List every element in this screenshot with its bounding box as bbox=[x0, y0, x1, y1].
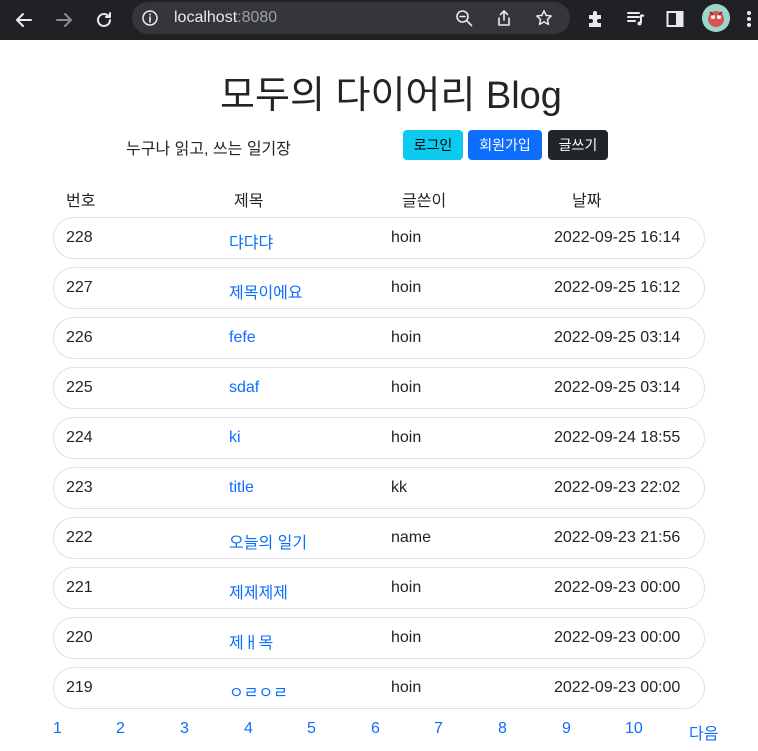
table-row: 219 ㅇㄹㅇㄹ hoin 2022-09-23 00:00 bbox=[53, 667, 705, 709]
table-row: 223 title kk 2022-09-23 22:02 bbox=[53, 467, 705, 509]
bookmark-star-icon[interactable] bbox=[534, 8, 554, 28]
post-writer: hoin bbox=[391, 229, 422, 246]
page-link-10[interactable]: 10 bbox=[625, 720, 643, 738]
post-writer: hoin bbox=[391, 679, 422, 696]
media-playlist-icon[interactable] bbox=[624, 7, 648, 31]
post-title-link[interactable]: fefe bbox=[229, 329, 256, 347]
post-writer: hoin bbox=[391, 579, 422, 596]
url-text: localhost:8080 bbox=[174, 9, 277, 27]
post-title-link[interactable]: ㅇㄹㅇㄹ bbox=[229, 679, 288, 703]
post-title-link[interactable]: sdaf bbox=[229, 379, 259, 397]
post-title-link[interactable]: 제ㅐ목 bbox=[229, 629, 273, 653]
post-date: 2022-09-25 16:14 bbox=[554, 229, 681, 246]
post-number: 219 bbox=[66, 679, 93, 696]
post-date: 2022-09-23 21:56 bbox=[554, 529, 681, 546]
post-date: 2022-09-23 00:00 bbox=[554, 629, 681, 646]
page-subtitle: 누구나 읽고, 쓰는 일기장 bbox=[126, 141, 291, 158]
post-number: 221 bbox=[66, 579, 93, 596]
post-number: 225 bbox=[66, 379, 93, 396]
table-row: 222 오늘의 일기 name 2022-09-23 21:56 bbox=[53, 517, 705, 559]
post-writer: hoin bbox=[391, 429, 422, 446]
page-link-4[interactable]: 4 bbox=[244, 720, 253, 738]
pagination: 1 2 3 4 5 6 7 8 9 10 다음 bbox=[0, 720, 758, 743]
page-link-5[interactable]: 5 bbox=[307, 720, 316, 738]
page-link-8[interactable]: 8 bbox=[498, 720, 507, 738]
page-link-2[interactable]: 2 bbox=[116, 720, 125, 738]
menu-kebab-icon[interactable] bbox=[742, 7, 756, 31]
profile-avatar[interactable] bbox=[702, 4, 730, 32]
page-link-9[interactable]: 9 bbox=[562, 720, 571, 738]
post-date: 2022-09-23 00:00 bbox=[554, 679, 681, 696]
post-date: 2022-09-24 18:55 bbox=[554, 429, 681, 446]
post-title-link[interactable]: 제목이에요 bbox=[229, 279, 303, 303]
reload-icon[interactable] bbox=[88, 4, 120, 36]
post-date: 2022-09-23 00:00 bbox=[554, 579, 681, 596]
zoom-icon[interactable] bbox=[454, 8, 474, 28]
post-date: 2022-09-25 03:14 bbox=[554, 379, 681, 396]
address-bar[interactable]: localhost:8080 bbox=[132, 2, 570, 34]
column-header-title: 제목 bbox=[234, 193, 264, 210]
column-header-writer: 글쓴이 bbox=[402, 193, 447, 210]
info-icon[interactable] bbox=[142, 10, 158, 31]
side-panel-icon[interactable] bbox=[663, 7, 687, 31]
post-writer: hoin bbox=[391, 279, 422, 296]
post-number: 228 bbox=[66, 229, 93, 246]
browser-toolbar: localhost:8080 bbox=[0, 0, 758, 40]
post-number: 222 bbox=[66, 529, 93, 546]
table-row: 221 제제제제 hoin 2022-09-23 00:00 bbox=[53, 567, 705, 609]
table-row: 225 sdaf hoin 2022-09-25 03:14 bbox=[53, 367, 705, 409]
page-title: 모두의 다이어리 Blog bbox=[220, 75, 562, 117]
post-number: 220 bbox=[66, 629, 93, 646]
post-title-link[interactable]: title bbox=[229, 479, 254, 497]
post-writer: hoin bbox=[391, 379, 422, 396]
signup-button[interactable]: 회원가입 bbox=[468, 130, 542, 160]
url-host: localhost bbox=[174, 9, 238, 26]
extensions-puzzle-icon[interactable] bbox=[584, 7, 608, 31]
table-row: 227 제목이에요 hoin 2022-09-25 16:12 bbox=[53, 267, 705, 309]
post-date: 2022-09-23 22:02 bbox=[554, 479, 681, 496]
page-link-6[interactable]: 6 bbox=[371, 720, 380, 738]
post-list: 228 댜댜댜 hoin 2022-09-25 16:14 227 제목이에요 … bbox=[53, 217, 705, 717]
post-number: 223 bbox=[66, 479, 93, 496]
forward-arrow-icon[interactable] bbox=[48, 4, 80, 36]
post-writer: kk bbox=[391, 479, 407, 496]
post-title-link[interactable]: 제제제제 bbox=[229, 579, 288, 603]
post-date: 2022-09-25 16:12 bbox=[554, 279, 681, 296]
post-number: 224 bbox=[66, 429, 93, 446]
post-title-link[interactable]: ki bbox=[229, 429, 241, 447]
table-row: 228 댜댜댜 hoin 2022-09-25 16:14 bbox=[53, 217, 705, 259]
post-date: 2022-09-25 03:14 bbox=[554, 329, 681, 346]
table-row: 220 제ㅐ목 hoin 2022-09-23 00:00 bbox=[53, 617, 705, 659]
post-number: 227 bbox=[66, 279, 93, 296]
page-link-3[interactable]: 3 bbox=[180, 720, 189, 738]
page-link-7[interactable]: 7 bbox=[434, 720, 443, 738]
column-header-number: 번호 bbox=[66, 193, 96, 210]
url-port: :8080 bbox=[237, 9, 278, 26]
login-button[interactable]: 로그인 bbox=[403, 130, 463, 160]
page-link-1[interactable]: 1 bbox=[53, 720, 62, 738]
post-writer: name bbox=[391, 529, 432, 546]
table-row: 226 fefe hoin 2022-09-25 03:14 bbox=[53, 317, 705, 359]
share-icon[interactable] bbox=[494, 8, 514, 28]
post-writer: hoin bbox=[391, 629, 422, 646]
post-writer: hoin bbox=[391, 329, 422, 346]
back-arrow-icon[interactable] bbox=[8, 4, 40, 36]
post-title-link[interactable]: 댜댜댜 bbox=[229, 229, 273, 253]
post-number: 226 bbox=[66, 329, 93, 346]
write-button[interactable]: 글쓰기 bbox=[548, 130, 608, 160]
column-header-date: 날짜 bbox=[572, 193, 602, 210]
post-title-link[interactable]: 오늘의 일기 bbox=[229, 529, 307, 553]
next-page-link[interactable]: 다음 bbox=[689, 720, 718, 744]
table-row: 224 ki hoin 2022-09-24 18:55 bbox=[53, 417, 705, 459]
